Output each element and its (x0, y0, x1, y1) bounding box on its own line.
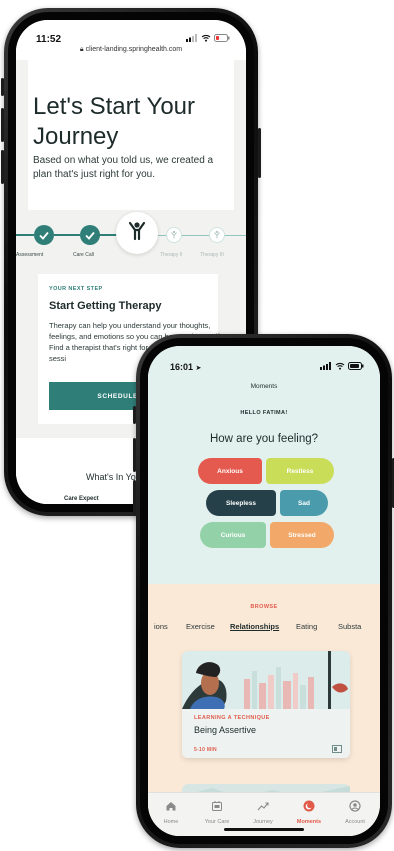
card-duration: 5-10 MIN (194, 747, 217, 753)
reading-icon (332, 745, 342, 753)
city-window-illustration (182, 651, 350, 758)
card-eyebrow: LEARNING A TECHNIQUE (194, 715, 270, 721)
battery-icon (214, 34, 230, 42)
page-subtitle: Based on what you told us, we created a … (33, 155, 214, 180)
person-celebrate-icon (128, 221, 146, 241)
browse-label: BROWSE (250, 604, 278, 610)
step-therapy-iii[interactable] (209, 227, 225, 243)
tab-moments[interactable]: Moments (286, 799, 332, 825)
mood-chip-restless[interactable]: Restless (266, 458, 334, 484)
person-icon (171, 230, 177, 239)
check-icon (39, 231, 49, 240)
wifi-icon (335, 362, 345, 370)
marketing-stage: 11:52 🔒︎ client-landing.springhealth.com… (0, 0, 394, 851)
volume-up-button (133, 438, 136, 472)
home-icon (166, 802, 176, 811)
step-therapy-ii[interactable] (166, 227, 182, 243)
moment-card[interactable]: LEARNING A TECHNIQUE Being Assertive 5-1… (182, 651, 350, 758)
mood-chip-stressed[interactable]: Stressed (270, 522, 334, 548)
page-title: Let's Start Your Journey (33, 93, 196, 150)
volume-down-button (1, 150, 4, 184)
signal-icon (320, 362, 331, 370)
status-time: 11:52 (36, 34, 62, 45)
stepper-line (98, 234, 118, 236)
step-care-call[interactable] (80, 225, 100, 245)
tab-exercise[interactable]: Exercise (186, 622, 215, 631)
account-icon (349, 800, 361, 812)
volume-down-button (133, 480, 136, 514)
status-time: 16:01 ➤ (170, 362, 202, 372)
volume-up-button (1, 108, 4, 142)
tab-account[interactable]: Account (332, 799, 378, 825)
battery-icon (348, 362, 364, 370)
greeting: HELLO FATIMA! (240, 410, 288, 416)
card-eyebrow: YOUR NEXT STEP (49, 286, 103, 292)
screen-title: Moments (250, 383, 278, 390)
step-current[interactable] (116, 212, 158, 254)
address-bar[interactable]: 🔒︎ client-landing.springhealth.com (16, 46, 246, 54)
power-button (258, 128, 261, 178)
silent-switch (1, 78, 4, 96)
home-indicator (224, 828, 304, 831)
app-screen: 16:01 ➤ Moments HELLO FATIMA! How are yo… (148, 346, 380, 836)
calendar-icon (212, 801, 222, 811)
step-label: Therapy II (160, 252, 183, 258)
tab-home[interactable]: Home (148, 799, 194, 825)
wifi-icon (201, 34, 211, 42)
feeling-question: How are you feeling? (209, 433, 319, 445)
tab-meditations[interactable]: ions (154, 622, 168, 631)
moments-icon (303, 800, 315, 812)
trend-icon (257, 802, 269, 811)
tab-journey[interactable]: Journey (240, 799, 286, 825)
signal-icon (186, 34, 197, 42)
person-icon (214, 230, 220, 239)
section-heading: What's In Yo (86, 472, 136, 482)
step-label: Therapy III (200, 252, 224, 258)
url-text: client-landing.springhealth.com (85, 46, 183, 53)
location-arrow-icon: ➤ (195, 365, 202, 372)
feelings-section (148, 346, 380, 584)
step-label: Assessment (16, 252, 44, 258)
check-icon (85, 231, 95, 240)
tab-eating[interactable]: Eating (296, 622, 317, 631)
step-label: Care Call (73, 252, 94, 258)
status-icons (320, 362, 364, 370)
mood-chip-anxious[interactable]: Anxious (198, 458, 262, 484)
progress-stepper: Assessment Care Call Therapy II Therapy … (16, 212, 246, 272)
status-icons (186, 34, 230, 42)
status-bar: 11:52 🔒︎ client-landing.springhealth.com (16, 20, 246, 58)
phone-right: 16:01 ➤ Moments HELLO FATIMA! How are yo… (133, 334, 394, 848)
tab-relationships[interactable]: Relationships (230, 622, 279, 631)
stepper-line (16, 234, 34, 236)
card-title: Being Assertive (194, 725, 257, 735)
mood-chip-curious[interactable]: Curious (200, 522, 266, 548)
step-assessment[interactable] (34, 225, 54, 245)
card-title: Start Getting Therapy (49, 300, 162, 312)
silent-switch (133, 406, 136, 424)
mood-chip-sleepless[interactable]: Sleepless (206, 490, 276, 516)
mood-chip-sad[interactable]: Sad (280, 490, 328, 516)
stepper-line (54, 234, 80, 236)
tab-substance[interactable]: Substa (338, 622, 361, 631)
tab-your-care[interactable]: Your Care (194, 799, 240, 825)
category-tabs: ions Exercise Relationships Eating Subst… (148, 622, 380, 636)
section-subheading: Care Expect (64, 496, 99, 502)
